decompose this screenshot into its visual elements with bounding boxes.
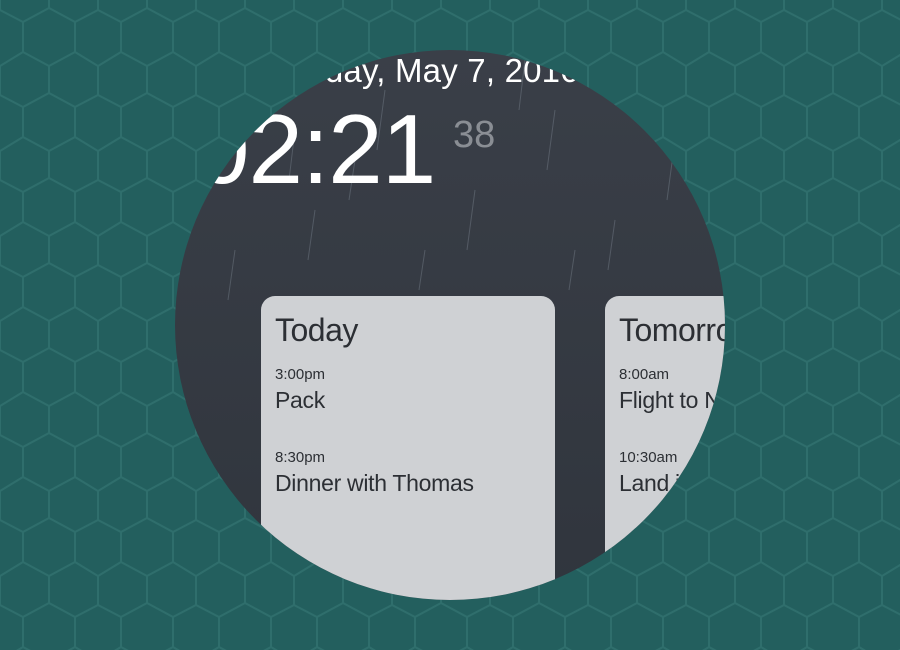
event-time: 10:30am xyxy=(619,449,678,466)
agenda-card-today[interactable]: Today 3:00pm Pack 8:30pm Dinner with Tho… xyxy=(261,296,555,600)
event-time: 3:00pm xyxy=(275,366,326,383)
event-title[interactable]: Land in NYC xyxy=(619,470,725,497)
card-title: Tomorrow xyxy=(619,312,725,348)
event-time: 8:00am xyxy=(619,366,670,383)
card-title: Today xyxy=(275,312,358,348)
agenda-card-tomorrow[interactable]: Tomorrow 8:00am Flight to NYC 10:30am La… xyxy=(605,296,725,600)
clock-seconds: 38 xyxy=(453,114,496,156)
event-title[interactable]: Flight to NYC xyxy=(619,387,725,414)
clock-screen-disc: Saturday, May 7, 2016 02:21 38 Today 3:0… xyxy=(175,50,725,600)
event-title[interactable]: Pack xyxy=(275,387,325,414)
event-time: 8:30pm xyxy=(275,449,326,466)
clock-time: 02:21 xyxy=(195,94,436,204)
event-title[interactable]: Dinner with Thomas xyxy=(275,470,474,497)
date-label: Saturday, May 7, 2016 xyxy=(245,52,579,89)
